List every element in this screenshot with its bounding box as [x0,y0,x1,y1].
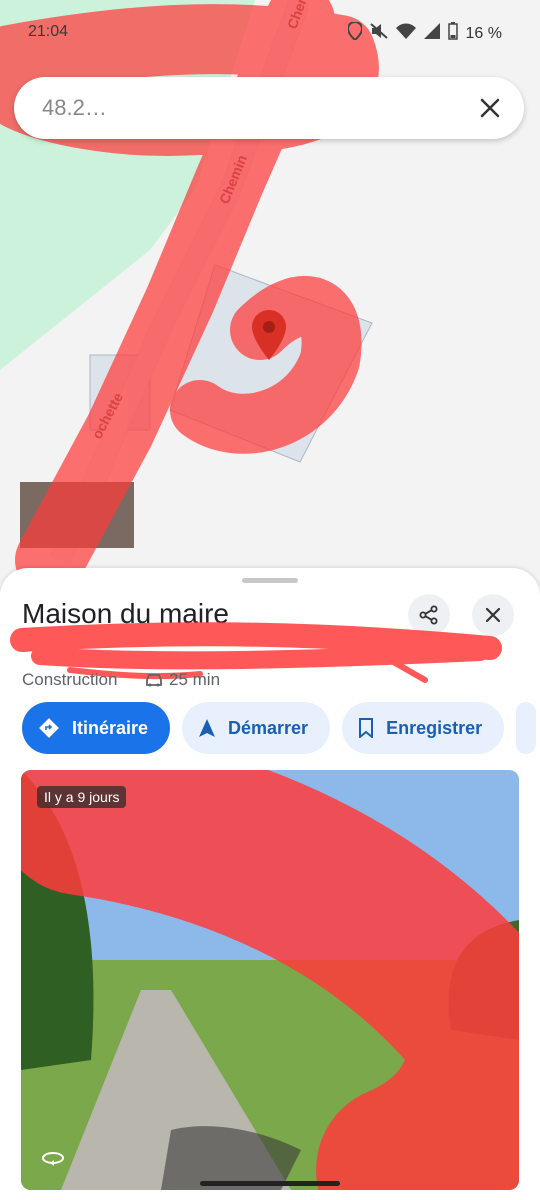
car-icon [146,674,162,687]
directions-button[interactable]: Itinéraire [22,702,170,754]
location-icon [346,20,363,45]
save-button[interactable]: Enregistrer [342,702,505,754]
travel-time: 25 min [145,670,220,690]
directions-label: Itinéraire [71,717,148,738]
bookmark-icon [359,718,374,738]
battery-icon [447,22,458,45]
search-bar[interactable]: 48.2… [14,77,524,139]
battery-percent: 16 % [465,24,502,42]
place-sheet[interactable]: Maison du maire Construction 25 min Itin… [0,568,540,1200]
travel-time-value: 25 min [169,670,221,689]
signal-icon [423,23,440,44]
start-label: Démarrer [228,717,309,738]
action-chips: Itinéraire Démarrer Enregistrer [22,702,537,754]
status-bar: 21:04 16 % [0,18,540,46]
location-pin-icon[interactable] [252,310,286,360]
directions-icon [39,718,59,738]
save-label: Enregistrer [386,717,483,738]
gesture-navigation-bar[interactable] [200,1181,340,1186]
wifi-icon [395,23,416,44]
mute-icon [369,23,388,44]
photo-age-badge: Il y a 9 jours [37,786,127,808]
street-view-photo[interactable]: Il y a 9 jours [21,770,519,1190]
more-actions-chip[interactable] [516,702,537,754]
place-category: Construction [22,670,118,689]
360-icon[interactable] [41,1150,65,1166]
start-button[interactable]: Démarrer [182,702,331,754]
sheet-drag-handle[interactable] [242,578,298,583]
navigate-icon [199,719,215,737]
close-icon[interactable] [474,92,506,124]
search-input[interactable]: 48.2… [42,95,107,121]
status-time: 21:04 [28,23,69,40]
